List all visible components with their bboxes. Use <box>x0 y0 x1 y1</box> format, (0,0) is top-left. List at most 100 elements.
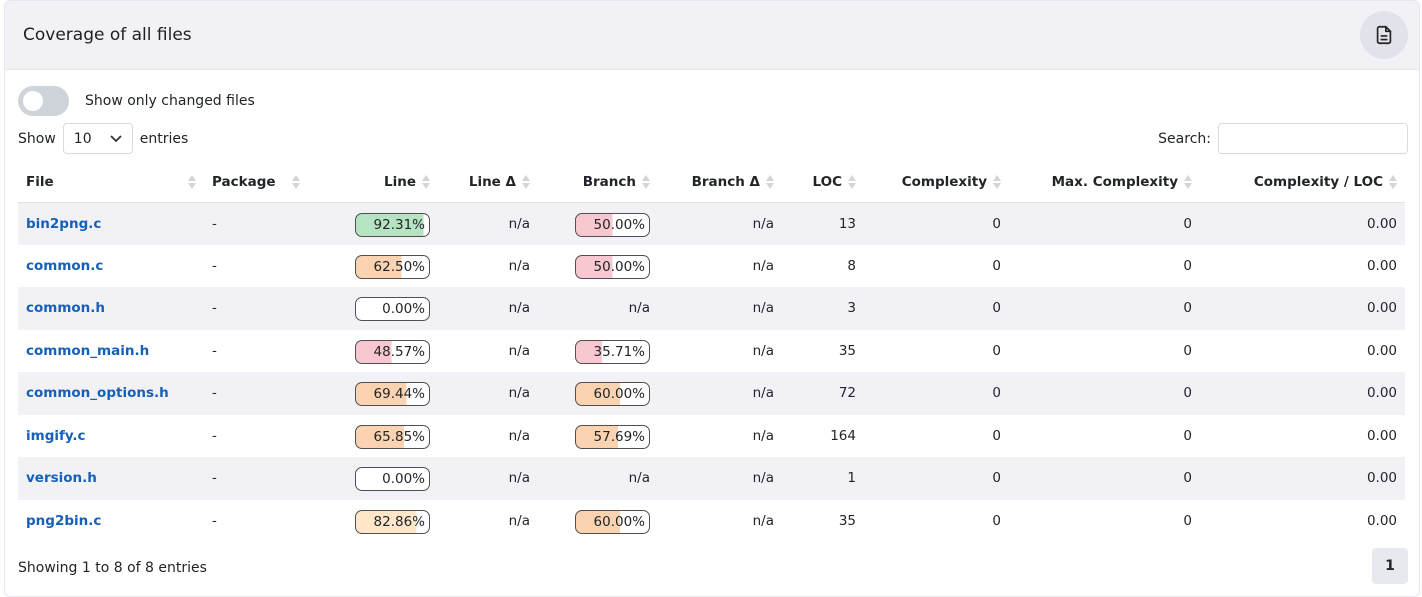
entries-select[interactable]: 10 <box>62 123 133 154</box>
col-file[interactable]: File <box>18 162 204 203</box>
loc-cell: 13 <box>782 202 864 245</box>
complexity-cell: 0 <box>992 427 1001 444</box>
package-cell: - <box>212 427 217 444</box>
table-row: common.h -0.00% n/a n/a n/a 3 0 0 0.00 <box>18 287 1405 330</box>
branch-cell: 60.00% <box>538 372 658 415</box>
file-link[interactable]: common_main.h <box>26 343 149 359</box>
col-complexity-per-loc[interactable]: Complexity / LOC <box>1200 162 1405 203</box>
line-coverage-bar: 65.85% <box>355 424 430 449</box>
branch-cell: 50.00% <box>538 202 658 245</box>
file-link[interactable]: png2bin.c <box>26 513 101 529</box>
package-cell: - <box>212 512 217 529</box>
file-link[interactable]: bin2png.c <box>26 216 101 232</box>
line-coverage-bar: 62.50% <box>355 254 430 279</box>
branch-coverage-bar: 50.00% <box>575 212 650 237</box>
file-cell: png2bin.c <box>18 500 204 543</box>
loc-cell: 164 <box>830 427 856 444</box>
line-delta-cell: n/a <box>508 427 530 444</box>
line-coverage-bar: 48.57% <box>355 339 430 364</box>
max-complexity-cell: 0 <box>1009 372 1200 415</box>
table-header-row: File Package Line Line Δ Branch Branch Δ… <box>18 162 1405 203</box>
col-line-delta[interactable]: Line Δ <box>438 162 538 203</box>
branch-value: n/a <box>628 470 650 487</box>
package-cell: - <box>204 287 308 330</box>
package-cell: - <box>204 372 308 415</box>
col-line[interactable]: Line <box>308 162 438 203</box>
max-complexity-cell: 0 <box>1009 202 1200 245</box>
col-package[interactable]: Package <box>204 162 308 203</box>
col-max-complexity[interactable]: Max. Complexity <box>1009 162 1200 203</box>
toggle-knob <box>23 91 43 111</box>
line-delta-cell: n/a <box>438 202 538 245</box>
loc-cell: 35 <box>838 342 856 359</box>
max-complexity-cell: 0 <box>1009 287 1200 330</box>
table-info: Showing 1 to 8 of 8 entries <box>18 560 207 576</box>
branch-coverage-bar: 60.00% <box>575 382 650 407</box>
line-delta-cell: n/a <box>508 342 530 359</box>
max-complexity-cell: 0 <box>1183 257 1192 274</box>
max-complexity-cell: 0 <box>1183 512 1192 529</box>
file-cell: bin2png.c <box>18 202 204 245</box>
search-control: Search: <box>1158 123 1408 154</box>
file-link[interactable]: version.h <box>26 470 97 486</box>
table-row: common_options.h -69.44% n/a 60.00% n/a 72 0 0 0… <box>18 372 1405 415</box>
branch-cell: 57.69% <box>538 415 658 458</box>
branch-coverage-bar: 50.00% <box>575 254 650 279</box>
table-body: bin2png.c -92.31% n/a 50.00% n/a 13 0 0 0.00 comm… <box>18 202 1405 542</box>
file-link[interactable]: common_options.h <box>26 385 169 401</box>
complexity-cell: 0 <box>864 202 1009 245</box>
line-delta-cell: n/a <box>438 287 538 330</box>
sort-icon <box>188 175 196 191</box>
line-cell: 69.44% <box>308 372 438 415</box>
line-cell: 65.85% <box>308 415 438 458</box>
line-delta-cell: n/a <box>438 372 538 415</box>
branch-coverage-bar: 60.00% <box>575 509 650 534</box>
complexity-loc-cell: 0.00 <box>1366 342 1397 359</box>
search-input[interactable] <box>1218 123 1408 154</box>
loc-cell: 72 <box>782 372 864 415</box>
table-row: common_main.h - 48.57% n/a 35.71% n/a 35 0 0 0.00 <box>18 330 1405 373</box>
table-row: bin2png.c -92.31% n/a 50.00% n/a 13 0 0 0.00 <box>18 202 1405 245</box>
branch-delta-cell: n/a <box>658 287 782 330</box>
loc-cell: 1 <box>782 457 864 500</box>
col-branch[interactable]: Branch <box>538 162 658 203</box>
line-delta-cell: n/a <box>438 457 538 500</box>
package-cell: - <box>204 457 308 500</box>
sort-icon <box>766 175 774 191</box>
line-cell: 48.57% <box>308 330 438 373</box>
table-row: imgify.c - 65.85% n/a 57.69% n/a 164 0 0 0.00 <box>18 415 1405 458</box>
loc-cell: 35 <box>838 512 856 529</box>
col-branch-delta[interactable]: Branch Δ <box>658 162 782 203</box>
branch-delta-cell: n/a <box>658 372 782 415</box>
length-suffix: entries <box>139 130 189 147</box>
document-icon-button[interactable] <box>1360 11 1408 59</box>
file-link[interactable]: common.c <box>26 258 103 274</box>
complexity-cell: 0 <box>864 287 1009 330</box>
line-coverage-bar: 82.86% <box>355 509 430 534</box>
branch-coverage-bar: 57.69% <box>575 424 650 449</box>
length-prefix: Show <box>18 130 56 147</box>
branch-delta-cell: n/a <box>658 457 782 500</box>
file-cell: common.c <box>18 245 204 288</box>
branch-delta-cell: n/a <box>658 202 782 245</box>
complexity-cell: 0 <box>992 342 1001 359</box>
file-link[interactable]: imgify.c <box>26 428 86 444</box>
changed-files-toggle-row: Show only changed files <box>18 86 255 116</box>
page-button-1[interactable]: 1 <box>1372 548 1408 584</box>
line-delta-cell: n/a <box>508 257 530 274</box>
line-coverage-bar: 92.31% <box>355 212 430 237</box>
changed-files-toggle[interactable] <box>18 86 69 116</box>
complexity-loc-cell: 0.00 <box>1200 372 1405 415</box>
col-loc[interactable]: LOC <box>782 162 864 203</box>
line-coverage-bar: 0.00% <box>355 297 430 322</box>
complexity-loc-cell: 0.00 <box>1200 202 1405 245</box>
line-delta-cell: n/a <box>508 512 530 529</box>
complexity-cell: 0 <box>864 372 1009 415</box>
search-label: Search: <box>1158 130 1211 147</box>
col-complexity[interactable]: Complexity <box>864 162 1009 203</box>
file-link[interactable]: common.h <box>26 300 105 316</box>
branch-delta-cell: n/a <box>752 257 774 274</box>
package-cell: - <box>212 257 217 274</box>
complexity-cell: 0 <box>992 512 1001 529</box>
complexity-cell: 0 <box>864 457 1009 500</box>
